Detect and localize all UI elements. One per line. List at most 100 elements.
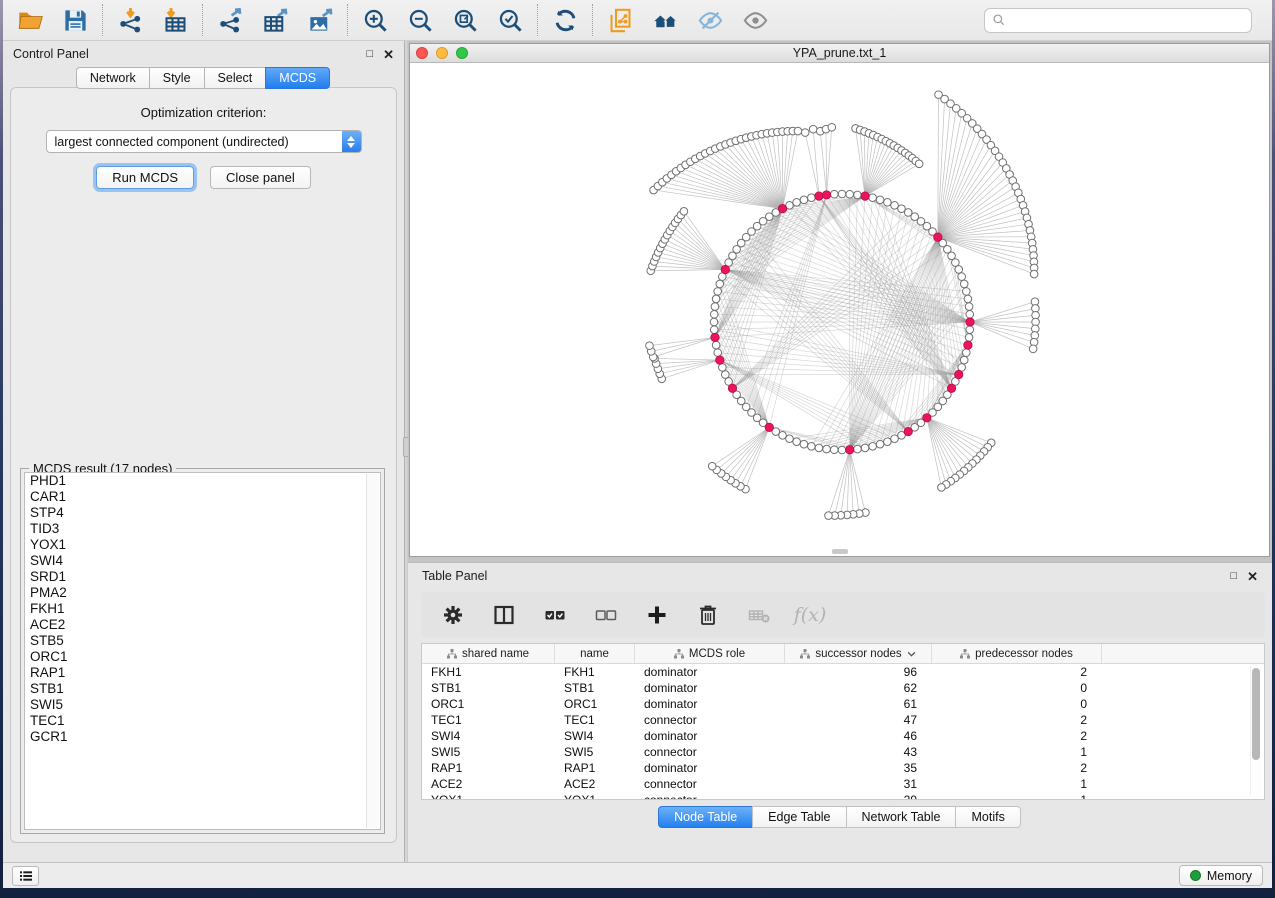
graph-node[interactable] [815,192,823,200]
close-panel-button[interactable]: Close panel [210,166,311,189]
tab-motifs[interactable]: Motifs [955,806,1020,828]
task-history-button[interactable] [12,866,39,886]
graph-node[interactable] [861,444,869,452]
mcds-result-item[interactable]: ACE2 [25,617,380,633]
graph-node[interactable] [955,370,963,378]
column-header-MCDS-role[interactable]: MCDS role [635,644,785,663]
export-image-button[interactable] [306,6,334,34]
mcds-result-item[interactable]: PHD1 [25,473,380,489]
graph-node[interactable] [923,414,931,422]
tab-edge-table[interactable]: Edge Table [752,806,846,828]
graph-node[interactable] [728,384,736,392]
mcds-result-item[interactable]: PMA2 [25,585,380,601]
table-row[interactable]: FKH1FKH1dominator962 [422,664,1264,680]
mcds-result-item[interactable]: STP4 [25,505,380,521]
split-panel-button[interactable] [489,600,519,630]
graph-node[interactable] [846,190,854,198]
tab-select[interactable]: Select [204,67,267,89]
graph-node[interactable] [646,342,654,350]
network-hscroll-thumb[interactable] [832,549,848,554]
graph-node[interactable] [938,484,946,492]
mcds-result-item[interactable]: SRD1 [25,569,380,585]
tab-node-table[interactable]: Node Table [658,806,753,828]
float-table-panel-icon[interactable]: □ [1230,571,1237,582]
table-row[interactable]: STB1STB1dominator620 [422,680,1264,696]
graph-node[interactable] [884,438,892,446]
graph-node[interactable] [965,303,973,311]
table-row[interactable]: ORC1ORC1dominator610 [422,696,1264,712]
graph-node[interactable] [869,442,877,450]
run-mcds-button[interactable]: Run MCDS [96,166,194,189]
graph-node[interactable] [1030,270,1038,278]
export-network-button[interactable] [216,6,244,34]
graph-node[interactable] [794,127,802,135]
graph-node[interactable] [964,295,972,303]
graph-node[interactable] [825,512,833,520]
mcds-result-item[interactable]: TEC1 [25,713,380,729]
graph-node[interactable] [778,204,786,212]
clone-network-button[interactable] [606,6,634,34]
function-builder-button[interactable]: f(x) [795,600,825,630]
mcds-result-item[interactable]: GCR1 [25,729,380,745]
table-row[interactable]: ACE2ACE2connector311 [422,776,1264,792]
tab-network-table[interactable]: Network Table [846,806,957,828]
tab-style[interactable]: Style [149,67,205,89]
graph-node[interactable] [711,303,719,311]
graph-node[interactable] [962,288,970,296]
network-canvas-container[interactable] [410,63,1269,556]
graph-node[interactable] [869,194,877,202]
graph-node[interactable] [808,194,816,202]
zoom-in-button[interactable] [361,6,389,34]
table-row[interactable]: TEC1TEC1connector472 [422,712,1264,728]
mcds-result-item[interactable]: TID3 [25,521,380,537]
mcds-result-item[interactable]: SWI5 [25,697,380,713]
graph-node[interactable] [822,191,830,199]
graph-node[interactable] [966,310,974,318]
close-panel-icon[interactable]: ✕ [383,48,394,61]
open-file-button[interactable] [16,6,44,34]
graph-node[interactable] [891,435,899,443]
mcds-result-list[interactable]: PHD1CAR1STP4TID3YOX1SWI4SRD1PMA2FKH1ACE2… [24,472,381,830]
graph-node[interactable] [680,207,688,215]
import-network-button[interactable] [116,6,144,34]
graph-node[interactable] [965,334,973,342]
table-row[interactable]: SWI5SWI5connector431 [422,744,1264,760]
graph-node[interactable] [708,462,716,470]
graph-node[interactable] [904,427,912,435]
table-row[interactable]: SWI4SWI4dominator462 [422,728,1264,744]
table-row[interactable]: RAP1RAP1dominator352 [422,760,1264,776]
mcds-result-item[interactable]: FKH1 [25,601,380,617]
close-table-panel-icon[interactable]: ✕ [1247,570,1258,583]
graph-node[interactable] [830,190,838,198]
graph-node[interactable] [793,438,801,446]
column-header-name[interactable]: name [555,644,635,663]
select-all-button[interactable] [540,600,570,630]
graph-node[interactable] [712,295,720,303]
mcds-result-item[interactable]: SWI4 [25,553,380,569]
graph-node[interactable] [793,199,801,207]
table-scrollbar-thumb[interactable] [1252,668,1260,760]
graph-node[interactable] [962,349,970,357]
graph-node[interactable] [838,190,846,198]
show-all-button[interactable] [741,6,769,34]
zoom-out-button[interactable] [406,6,434,34]
mcds-list-scrollbar[interactable] [366,474,379,828]
graph-node[interactable] [891,201,899,209]
zoom-fit-button[interactable] [451,6,479,34]
graph-node[interactable] [721,371,729,379]
add-column-button[interactable] [642,600,672,630]
graph-node[interactable] [876,196,884,204]
table-vertical-scrollbar[interactable] [1250,666,1261,795]
graph-node[interactable] [861,192,869,200]
network-window-titlebar[interactable]: YPA_prune.txt_1 [410,44,1269,63]
graph-node[interactable] [830,446,838,454]
graph-node[interactable] [714,288,722,296]
graph-node[interactable] [884,199,892,207]
mcds-result-item[interactable]: ORC1 [25,649,380,665]
deselect-all-button[interactable] [591,600,621,630]
import-table-button[interactable] [161,6,189,34]
column-header-successor-nodes[interactable]: successor nodes [785,644,932,663]
float-panel-icon[interactable]: □ [366,49,373,60]
graph-node[interactable] [710,310,718,318]
graph-node[interactable] [838,446,846,454]
